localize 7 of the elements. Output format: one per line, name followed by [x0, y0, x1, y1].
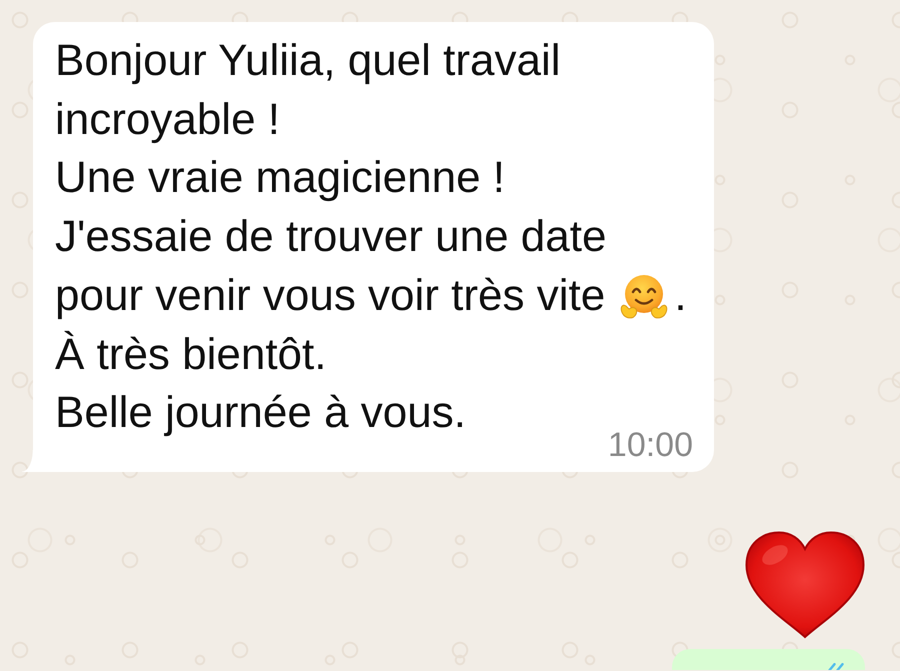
message-text: J'essaie de trouver une date pour venir vous voir très vite	[55, 211, 606, 322]
message-time: 10:00	[608, 428, 693, 462]
message-text: Bonjour Yuliia, quel travail incroyable !	[55, 35, 561, 146]
message-text: À très bientôt.	[55, 328, 326, 381]
message-text: Belle journée à vous.	[55, 387, 466, 440]
message-text: Une vraie magicienne !	[55, 152, 506, 204]
message-text: .	[674, 270, 687, 322]
